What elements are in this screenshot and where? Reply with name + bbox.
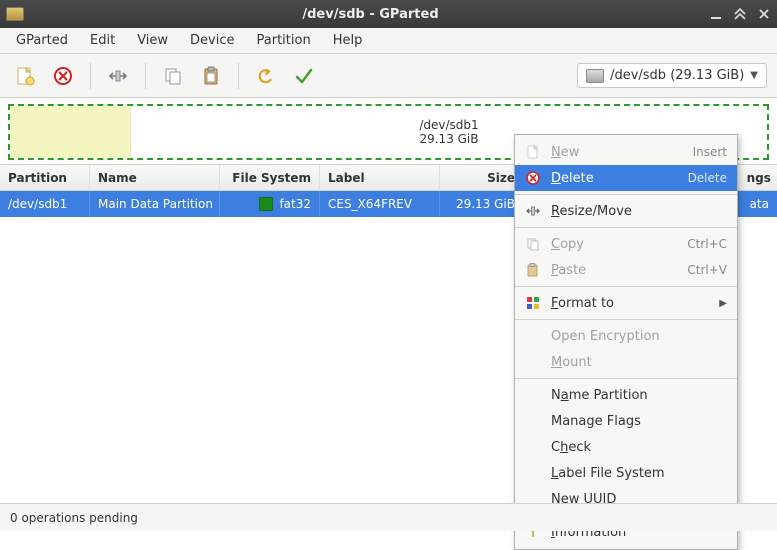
fs-color-swatch [259, 197, 273, 211]
context-format[interactable]: Format to ▶ [515, 290, 737, 316]
new-partition-button[interactable] [10, 61, 40, 91]
cell-fs: fat32 [220, 191, 320, 217]
close-button[interactable] [757, 7, 771, 21]
paste-button[interactable] [196, 61, 226, 91]
paste-icon [200, 65, 222, 87]
minimize-button[interactable] [709, 7, 723, 21]
copy-icon [162, 65, 184, 87]
submenu-arrow-icon: ▶ [719, 298, 727, 309]
context-paste-accel: Ctrl+V [687, 263, 727, 277]
context-delete[interactable]: Delete Delete [515, 165, 737, 191]
context-delete-accel: Delete [688, 171, 727, 185]
disk-icon [586, 69, 604, 83]
resize-icon [525, 203, 541, 219]
toolbar: /dev/sdb (29.13 GiB) ▼ [0, 54, 777, 98]
context-name-partition[interactable]: Name Partition [515, 382, 737, 408]
header-size[interactable]: Size [440, 165, 524, 190]
cell-partition: /dev/sdb1 [0, 191, 90, 217]
cell-label: CES_X64FREV [320, 191, 440, 217]
header-fs[interactable]: File System [220, 165, 320, 190]
context-separator [515, 227, 737, 228]
maximize-button[interactable] [733, 7, 747, 21]
diagram-partition-name: /dev/sdb1 [419, 118, 478, 132]
toolbar-separator [145, 63, 146, 89]
context-separator [515, 378, 737, 379]
resize-move-button[interactable] [103, 61, 133, 91]
window-title: /dev/sdb - GParted [32, 7, 709, 22]
context-menu: New Insert Delete Delete Resize/Move Cop… [514, 134, 738, 550]
context-separator [515, 194, 737, 195]
context-open-encryption: Open Encryption [515, 323, 737, 349]
context-label-fs[interactable]: Label File System [515, 460, 737, 486]
header-name[interactable]: Name [90, 165, 220, 190]
delete-icon [525, 170, 541, 186]
device-selector[interactable]: /dev/sdb (29.13 GiB) ▼ [577, 63, 767, 88]
context-paste: Paste Ctrl+V [515, 257, 737, 283]
diagram-free-space[interactable] [10, 106, 130, 158]
header-label[interactable]: Label [320, 165, 440, 190]
cell-size: 29.13 GiB [440, 191, 524, 217]
context-check[interactable]: Check [515, 434, 737, 460]
apply-icon [293, 65, 315, 87]
new-icon [525, 144, 541, 160]
titlebar: /dev/sdb - GParted [0, 0, 777, 28]
cell-name: Main Data Partition [90, 191, 220, 217]
copy-button[interactable] [158, 61, 188, 91]
menu-view[interactable]: View [127, 30, 178, 51]
menubar: GParted Edit View Device Partition Help [0, 28, 777, 54]
app-icon [6, 7, 24, 21]
context-separator [515, 319, 737, 320]
status-text: 0 operations pending [10, 511, 138, 525]
delete-partition-button[interactable] [48, 61, 78, 91]
context-copy-accel: Ctrl+C [687, 237, 727, 251]
format-icon [525, 295, 541, 311]
device-label: /dev/sdb (29.13 GiB) [610, 68, 744, 83]
context-mount: Mount [515, 349, 737, 375]
menu-device[interactable]: Device [180, 30, 244, 51]
toolbar-separator [238, 63, 239, 89]
header-partition[interactable]: Partition [0, 165, 90, 190]
context-new: New Insert [515, 139, 737, 165]
apply-button[interactable] [289, 61, 319, 91]
menu-gparted[interactable]: GParted [6, 30, 78, 51]
undo-icon [255, 65, 277, 87]
paste-icon [525, 262, 541, 278]
context-manage-flags[interactable]: Manage Flags [515, 408, 737, 434]
new-file-icon [14, 65, 36, 87]
delete-icon [52, 65, 74, 87]
resize-icon [107, 65, 129, 87]
toolbar-separator [90, 63, 91, 89]
context-copy: Copy Ctrl+C [515, 231, 737, 257]
menu-partition[interactable]: Partition [247, 30, 321, 51]
undo-button[interactable] [251, 61, 281, 91]
diagram-partition-size: 29.13 GiB [419, 132, 478, 146]
context-new-accel: Insert [693, 145, 727, 159]
statusbar: 0 operations pending [0, 503, 777, 531]
context-separator [515, 286, 737, 287]
copy-icon [525, 236, 541, 252]
context-resize[interactable]: Resize/Move [515, 198, 737, 224]
menu-edit[interactable]: Edit [80, 30, 125, 51]
menu-help[interactable]: Help [323, 30, 373, 51]
chevron-down-icon: ▼ [750, 70, 758, 81]
